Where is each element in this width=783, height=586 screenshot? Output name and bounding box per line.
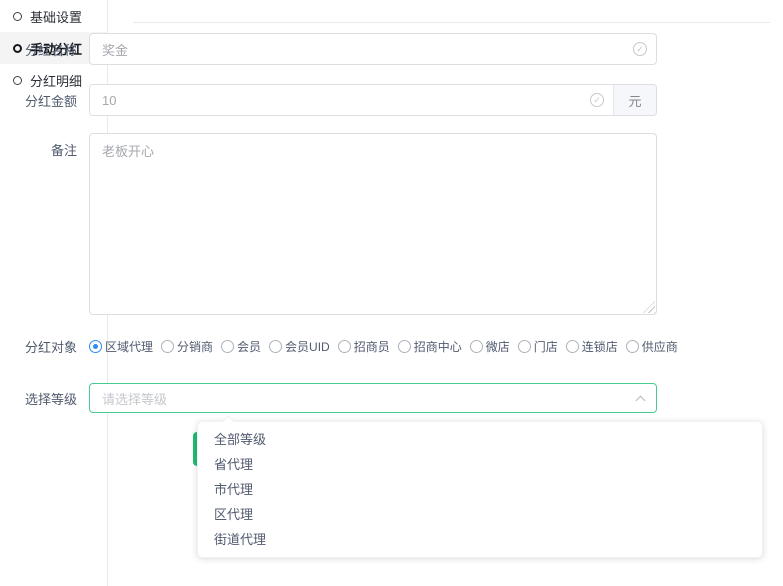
level-select-placeholder: 请选择等级 [102,389,167,408]
radio-option-label: 门店 [534,338,558,355]
dropdown-option-街道代理[interactable]: 街道代理 [198,527,762,552]
dropdown-option-省代理[interactable]: 省代理 [198,452,762,477]
remark-label: 备注 [25,140,77,159]
circle-icon [13,76,22,85]
radio-option-label: 连锁店 [582,338,618,355]
dividend-amount-label: 分红金额 [25,91,77,110]
dropdown-option-市代理[interactable]: 市代理 [198,477,762,502]
radio-option-label: 区域代理 [105,338,153,355]
radio-option-会员UID[interactable]: 会员UID [269,338,330,355]
row-select-level: 选择等级 请选择等级 [25,383,657,413]
dividend-amount-group: ✓ 元 [89,84,657,116]
circle-icon [13,12,22,21]
radio-unselected-icon [398,340,411,353]
radio-option-连锁店[interactable]: 连锁店 [566,338,618,355]
radio-option-label: 供应商 [642,338,678,355]
radio-option-微店[interactable]: 微店 [470,338,510,355]
sidebar-item-label: 基础设置 [30,7,82,26]
radio-selected-icon [89,340,102,353]
radio-option-label: 招商中心 [414,338,462,355]
dividend-amount-input[interactable] [90,85,613,115]
row-remark: 备注 老板开心 [25,133,657,315]
remark-textarea-wrap: 老板开心 [89,133,657,315]
page: 基础设置 手动分红 分红明细 分红名称 ✓ 分红金额 ✓ 元 [0,0,783,586]
circle-icon [13,44,22,53]
radio-option-区域代理[interactable]: 区域代理 [89,338,153,355]
radio-unselected-icon [518,340,531,353]
radio-option-招商中心[interactable]: 招商中心 [398,338,462,355]
radio-option-会员[interactable]: 会员 [221,338,261,355]
dropdown-option-区代理[interactable]: 区代理 [198,502,762,527]
select-level-label: 选择等级 [25,389,77,408]
dropdown-option-全部等级[interactable]: 全部等级 [198,427,762,452]
remark-textarea[interactable]: 老板开心 [89,133,657,315]
valid-check-icon: ✓ [590,93,604,107]
radio-unselected-icon [161,340,174,353]
dividend-target-label: 分红对象 [25,337,77,356]
target-radio-group: 区域代理 分销商 会员 会员UID 招商员 招商中心 微店 门店 连锁店 供应商 [89,338,686,355]
dividend-name-input[interactable] [90,34,656,64]
level-dropdown-panel: 全部等级省代理市代理区代理街道代理 [197,421,763,558]
valid-check-icon: ✓ [633,42,647,56]
radio-unselected-icon [470,340,483,353]
radio-unselected-icon [566,340,579,353]
level-select[interactable]: 请选择等级 [89,383,657,413]
radio-option-label: 招商员 [354,338,390,355]
radio-option-招商员[interactable]: 招商员 [338,338,390,355]
row-dividend-target: 分红对象 区域代理分销商会员会员UID招商员招商中心微店门店连锁店供应商 [25,337,657,355]
radio-unselected-icon [338,340,351,353]
radio-option-供应商[interactable]: 供应商 [626,338,678,355]
radio-option-label: 会员UID [285,338,330,355]
radio-unselected-icon [269,340,282,353]
dividend-name-input-wrap: ✓ [89,33,657,65]
radio-option-门店[interactable]: 门店 [518,338,558,355]
radio-option-label: 分销商 [177,338,213,355]
radio-unselected-icon [626,340,639,353]
unit-addon: 元 [613,85,656,115]
row-dividend-amount: 分红金额 ✓ 元 [25,84,657,116]
row-dividend-name: 分红名称 ✓ [25,33,657,65]
radio-option-label: 微店 [486,338,510,355]
radio-option-label: 会员 [237,338,261,355]
level-dropdown-options: 全部等级省代理市代理区代理街道代理 [198,427,762,552]
dividend-name-label: 分红名称 [25,40,77,59]
sidebar-item-basic-settings[interactable]: 基础设置 [0,0,107,32]
dividend-amount-input-wrap: ✓ [90,85,613,115]
top-divider [133,22,770,23]
radio-option-分销商[interactable]: 分销商 [161,338,213,355]
radio-unselected-icon [221,340,234,353]
chevron-up-icon [636,396,646,406]
